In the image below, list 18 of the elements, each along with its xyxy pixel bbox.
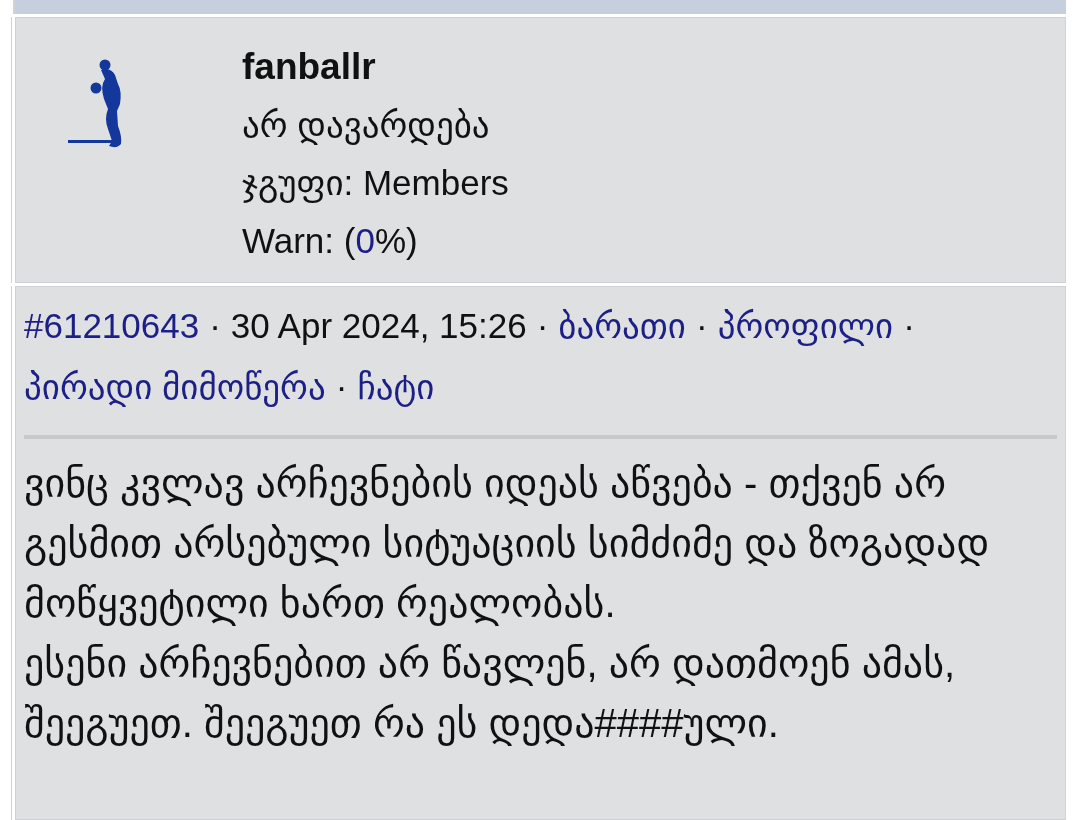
- post-meta-link[interactable]: ბარათი: [558, 295, 686, 356]
- user-title: არ დავარდება: [242, 104, 491, 147]
- meta-separator: ·: [903, 305, 915, 347]
- meta-separator: ·: [536, 305, 549, 347]
- post-meta-link[interactable]: პირადი მიმოწერა: [24, 356, 326, 417]
- post-body-text: ვინც კვლავ არჩევნების იდეას აწვება - თქვენ არ გესმით არსებული სიტუაციის სიმძიმე და ზოგადად მოწყვეტილი ხართ რეალობას.: [24, 460, 991, 628]
- post-date: 30 Apr 2024, 15:26: [230, 305, 527, 347]
- post-body-text: ესენი არჩევნებით არ წავლენ, არ დათმოენ ამას, შეეგუეთ. შეეგუეთ რა ეს დედა####ული.: [24, 640, 957, 748]
- warn-level-link[interactable]: 0: [355, 221, 375, 260]
- post-meta-link[interactable]: #61210643: [24, 295, 200, 356]
- username: fanballr: [242, 45, 377, 89]
- post-meta-link[interactable]: პროფილი: [717, 295, 894, 356]
- warn-text: Warn: (0%): [242, 220, 419, 262]
- meta-separator: ·: [209, 305, 221, 347]
- meta-separator: ·: [335, 366, 348, 408]
- meta-separator: ·: [696, 305, 708, 347]
- post-meta-link[interactable]: ჩატი: [357, 356, 435, 417]
- user-group: ჯგუფი: Members: [242, 154, 509, 212]
